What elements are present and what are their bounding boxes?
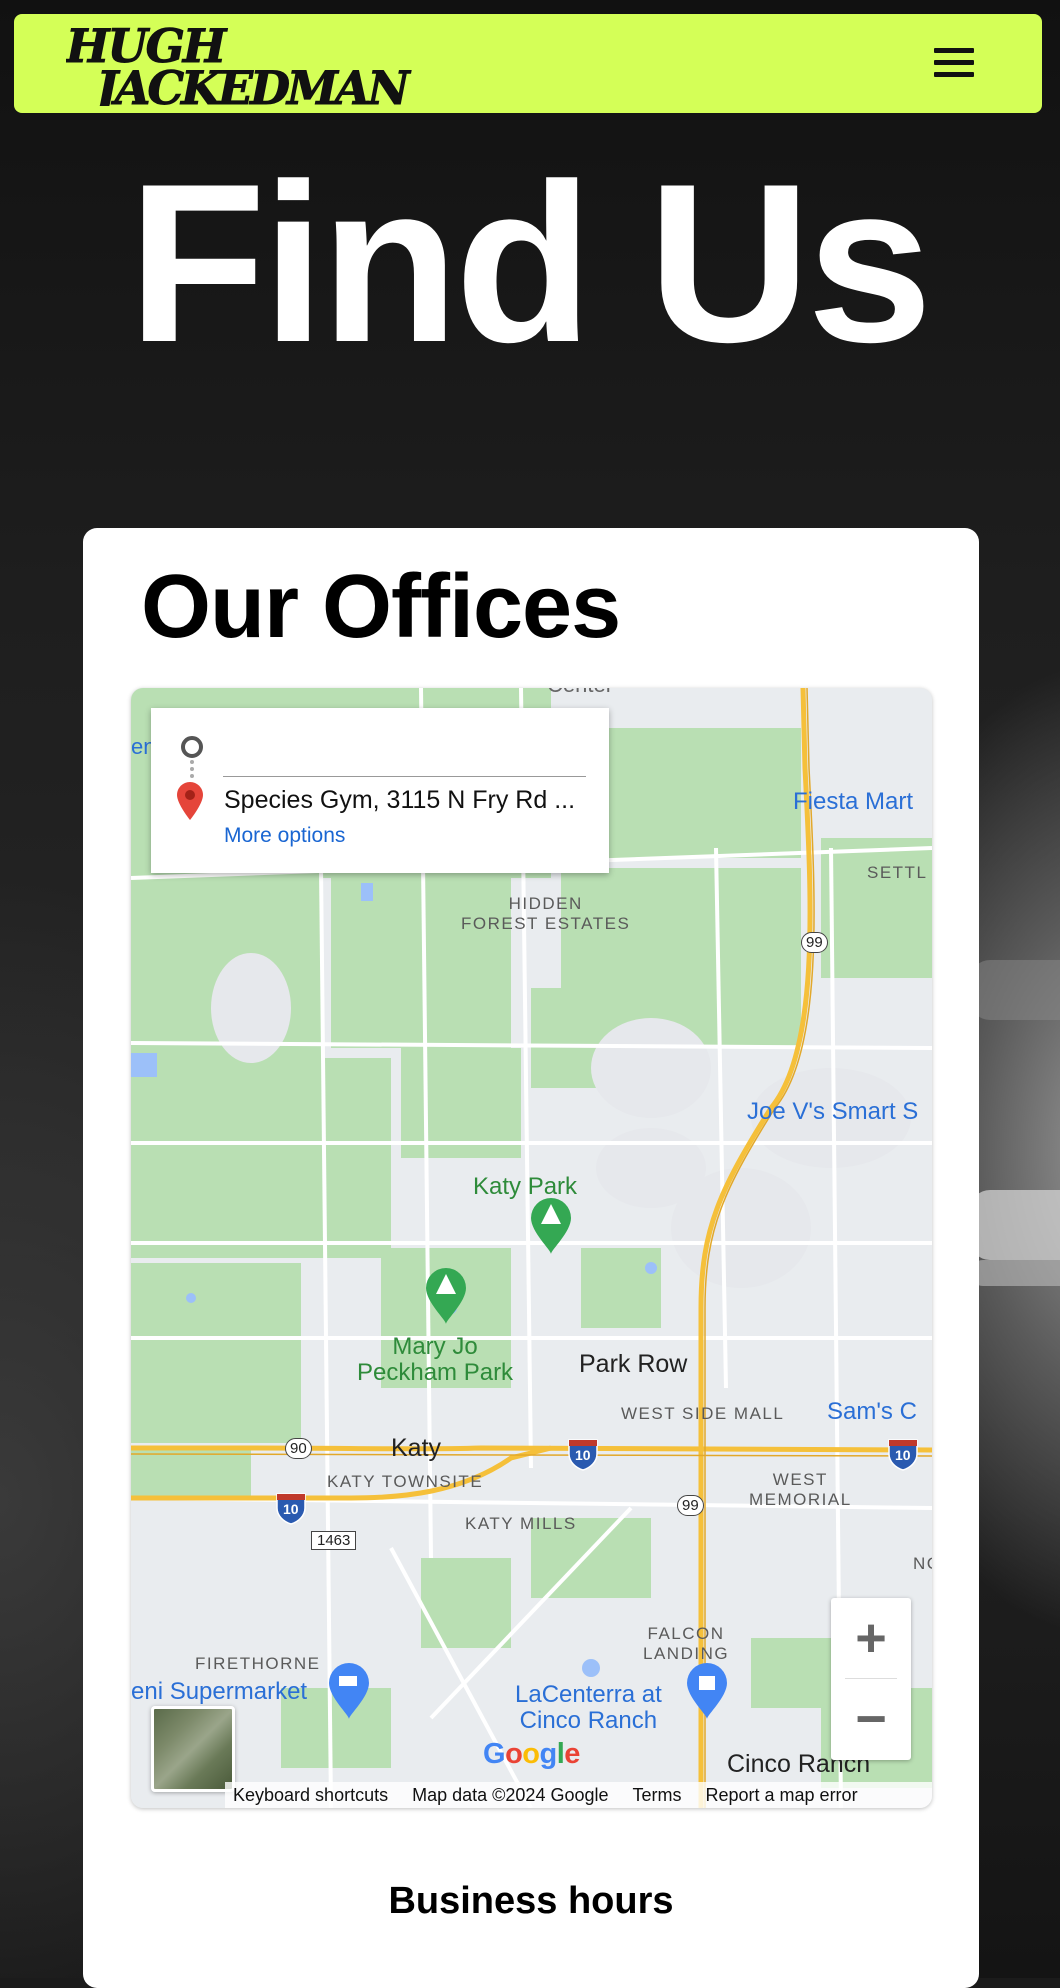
keyboard-shortcuts-link[interactable]: Keyboard shortcuts [233, 1785, 388, 1806]
label-firethorne: FIRETHORNE [195, 1654, 321, 1673]
label-katy-park[interactable]: Katy Park [473, 1174, 577, 1200]
business-hours-heading: Business hours [388, 1880, 674, 1922]
label-settl: SETTL [867, 863, 928, 882]
offices-card: Our Offices 10 10 10 99 99 90 1463 HIDDE… [83, 528, 979, 1988]
destination-address: Species Gym, 3115 N Fry Rd ... [224, 786, 576, 814]
fm1463-shield: 1463 [311, 1531, 357, 1550]
hwy99-shield: 99 [677, 1495, 704, 1516]
more-options-link[interactable]: More options [224, 824, 345, 848]
zoom-out-button[interactable]: − [831, 1679, 911, 1759]
page-title: Find Us [128, 136, 933, 389]
i10-shield: 10 [575, 1447, 591, 1463]
map-attribution: Keyboard shortcuts Map data ©2024 Google… [225, 1782, 932, 1808]
label-hidden-forest: HIDDEN FOREST ESTATES [461, 894, 631, 933]
i10-shield: 10 [283, 1501, 299, 1517]
label-katy-townsite: KATY TOWNSITE [327, 1472, 484, 1491]
origin-icon [181, 736, 203, 758]
terms-link[interactable]: Terms [633, 1785, 682, 1806]
zoom-in-button[interactable]: + [831, 1598, 911, 1678]
i10-shield: 10 [895, 1447, 911, 1463]
logo[interactable]: HUGH JACKEDMAN [66, 24, 466, 106]
label-lacenterra[interactable]: LaCenterra at Cinco Ranch [515, 1682, 662, 1734]
origin-input-underline[interactable] [223, 776, 586, 777]
map-data-text: Map data ©2024 Google [412, 1784, 609, 1805]
hamburger-icon[interactable] [934, 48, 974, 80]
label-center: Center [547, 688, 613, 698]
map-pin-icon [177, 782, 203, 820]
hwy99-shield: 99 [801, 932, 828, 953]
label-sams[interactable]: Sam's C [827, 1398, 917, 1426]
site-header: HUGH JACKEDMAN [14, 14, 1042, 113]
label-nc: NC [913, 1554, 932, 1573]
label-west-side-mall: WEST SIDE MALL [621, 1404, 785, 1423]
label-fiesta[interactable]: Fiesta Mart [793, 788, 913, 816]
logo-line2: JACKEDMAN [88, 61, 412, 106]
directions-panel: Species Gym, 3115 N Fry Rd ... More opti… [151, 708, 609, 873]
label-park-row: Park Row [579, 1350, 688, 1378]
label-katy-mills: KATY MILLS [465, 1514, 577, 1533]
google-map[interactable]: 10 10 10 99 99 90 1463 HIDDEN FOREST EST… [131, 688, 932, 1808]
label-west-memorial: WEST MEMORIAL [749, 1470, 852, 1509]
report-error-link[interactable]: Report a map error [706, 1785, 858, 1806]
google-logo: Google [483, 1738, 580, 1770]
label-mary-jo[interactable]: Mary Jo Peckham Park [357, 1334, 513, 1386]
offices-heading: Our Offices [141, 557, 621, 657]
zoom-controls: + − [831, 1598, 911, 1760]
label-falcon-landing: FALCON LANDING [643, 1624, 730, 1663]
route-dots [190, 760, 198, 778]
label-joe-v[interactable]: Joe V's Smart S [747, 1098, 918, 1126]
label-katy: Katy [391, 1434, 442, 1462]
satellite-toggle[interactable] [151, 1706, 235, 1792]
us90-shield: 90 [285, 1438, 312, 1459]
label-supermarket[interactable]: eni Supermarket [131, 1678, 307, 1706]
